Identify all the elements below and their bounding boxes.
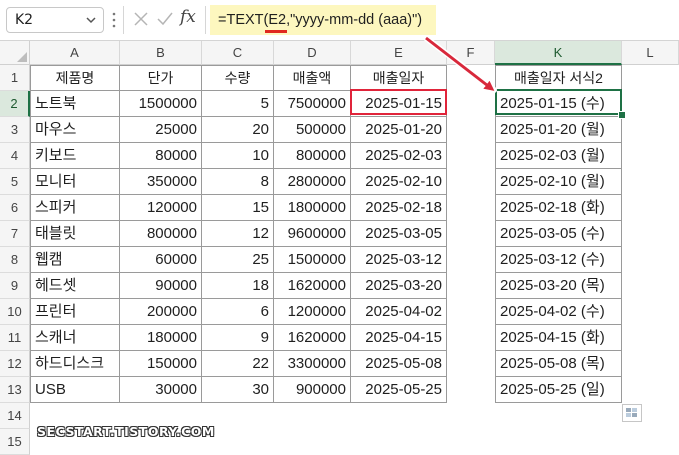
watermark-text: SECSTART.TISTORY.COM [37, 424, 215, 439]
quick-analysis-icon[interactable] [622, 404, 642, 422]
annotation-arrow [423, 35, 497, 93]
arrow-line [425, 36, 495, 91]
